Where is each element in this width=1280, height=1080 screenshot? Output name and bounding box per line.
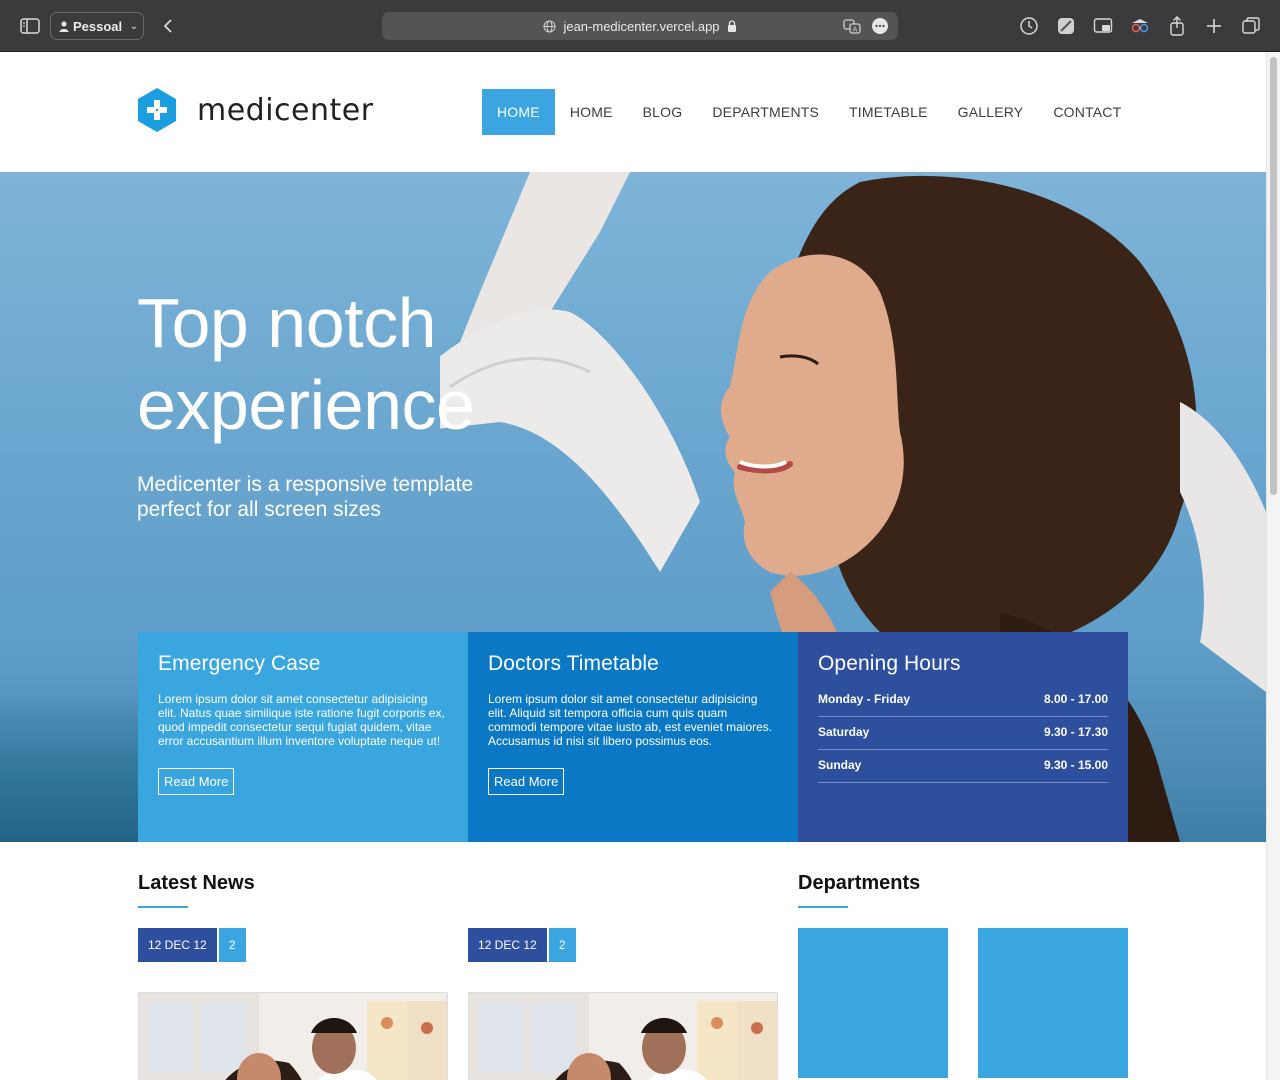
hours-row: Monday - Friday 8.00 - 17.00 [818, 692, 1108, 717]
browser-toolbar: Pessoal ⌄ jean-medicenter.vercel.app A [0, 0, 1280, 52]
globe-icon [543, 20, 556, 32]
post-date: 12 DEC 12 [138, 928, 217, 962]
hours-list: Monday - Friday 8.00 - 17.00 Saturday 9.30… [818, 692, 1108, 783]
hero-headline-line2: experience [137, 366, 475, 444]
latest-news-title: Latest News [138, 872, 255, 894]
post-image[interactable] [468, 992, 778, 1080]
timetable-title: Doctors Timetable [488, 652, 659, 675]
chevron-left-icon [163, 19, 172, 33]
back-button[interactable] [155, 13, 181, 39]
hero-headline-line1: Top notch [137, 284, 437, 362]
doctors-timetable-box: Doctors Timetable Lorem ipsum dolor sit … [468, 632, 798, 842]
medical-cross-icon [138, 88, 176, 132]
nav-gallery[interactable]: GALLERY [943, 89, 1039, 135]
doctor-patient-photo [469, 993, 777, 1080]
hours-row: Sunday 9.30 - 15.00 [818, 750, 1108, 783]
more-options-icon[interactable] [870, 16, 890, 36]
web-page: medicenter HOME HOME BLOG DEPARTMENTS TI… [0, 53, 1266, 1080]
post-image[interactable] [138, 992, 448, 1080]
page-scrollbar[interactable] [1266, 53, 1280, 1080]
chevron-down-icon: ⌄ [130, 20, 138, 31]
nav-timetable[interactable]: TIMETABLE [834, 89, 943, 135]
nav-home[interactable]: HOME [555, 89, 628, 135]
department-tile[interactable] [978, 928, 1128, 1078]
url-text: jean-medicenter.vercel.app [563, 18, 720, 34]
post-comment-count[interactable]: 2 [218, 928, 246, 962]
post-meta: 12 DEC 12 2 [468, 928, 778, 962]
news-post: 12 DEC 12 2 [468, 928, 778, 1080]
emergency-read-more-button[interactable]: Read More [158, 768, 235, 795]
nav-blog[interactable]: BLOG [628, 89, 698, 135]
news-post: 12 DEC 12 2 [138, 928, 448, 1080]
post-date: 12 DEC 12 [468, 928, 547, 962]
post-meta: 12 DEC 12 2 [138, 928, 448, 962]
scrollbar-thumb[interactable] [1270, 57, 1277, 495]
info-boxes: Emergency Case Lorem ipsum dolor sit ame… [138, 632, 1128, 842]
departments-underline [798, 906, 848, 908]
lock-icon [727, 20, 736, 32]
sidebar-toggle-icon[interactable] [17, 13, 43, 39]
person-icon [59, 20, 69, 32]
department-tile[interactable] [798, 928, 948, 1078]
hours-day: Saturday [818, 725, 870, 739]
hero-headline: Top notch experience [137, 282, 557, 446]
latest-news-underline [138, 906, 188, 908]
hours-title: Opening Hours [818, 652, 961, 675]
hours-time: 9.30 - 17.30 [1043, 725, 1108, 739]
hours-time: 8.00 - 17.00 [1043, 692, 1108, 706]
emergency-text: Lorem ipsum dolor sit amet consectetur a… [158, 692, 445, 748]
nav-departments[interactable]: DEPARTMENTS [697, 89, 834, 135]
departments-title: Departments [798, 872, 921, 894]
address-bar[interactable]: jean-medicenter.vercel.app A [382, 12, 898, 40]
share-icon[interactable] [1164, 13, 1190, 39]
picture-in-picture-icon[interactable] [1090, 13, 1116, 39]
profile-switcher[interactable]: Pessoal ⌄ [50, 12, 144, 40]
hours-day: Monday - Friday [818, 692, 911, 706]
hours-row: Saturday 9.30 - 17.30 [818, 717, 1108, 750]
timetable-read-more-button[interactable]: Read More [488, 768, 565, 795]
logo-text: medicenter [197, 92, 374, 128]
hours-day: Sunday [818, 758, 862, 772]
timetable-text: Lorem ipsum dolor sit amet consectetur a… [488, 692, 773, 748]
nav-home-active[interactable]: HOME [482, 89, 555, 135]
profile-label: Pessoal [73, 18, 123, 34]
nav-contact[interactable]: CONTACT [1038, 89, 1136, 135]
tab-overview-icon[interactable] [1238, 13, 1264, 39]
emergency-case-box: Emergency Case Lorem ipsum dolor sit ame… [138, 632, 468, 842]
emergency-title: Emergency Case [158, 652, 321, 675]
new-tab-icon[interactable] [1201, 13, 1227, 39]
hero-subtitle: Medicenter is a responsive template perf… [137, 473, 474, 521]
main-navigation: HOME HOME BLOG DEPARTMENTS TIMETABLE GAL… [482, 89, 1136, 135]
history-icon[interactable] [1016, 13, 1042, 39]
hours-time: 9.30 - 15.00 [1043, 758, 1108, 772]
translate-icon[interactable]: A [842, 16, 862, 36]
opening-hours-box: Opening Hours Monday - Friday 8.00 - 17.0… [798, 632, 1128, 842]
site-header: medicenter HOME HOME BLOG DEPARTMENTS TI… [0, 53, 1266, 172]
post-comment-count[interactable]: 2 [548, 928, 576, 962]
reader-extension-icon[interactable] [1127, 13, 1153, 39]
svg-text:A: A [853, 26, 858, 34]
compass-extension-icon[interactable] [1053, 13, 1079, 39]
site-logo[interactable]: medicenter [137, 87, 374, 133]
doctor-patient-photo [139, 993, 447, 1080]
